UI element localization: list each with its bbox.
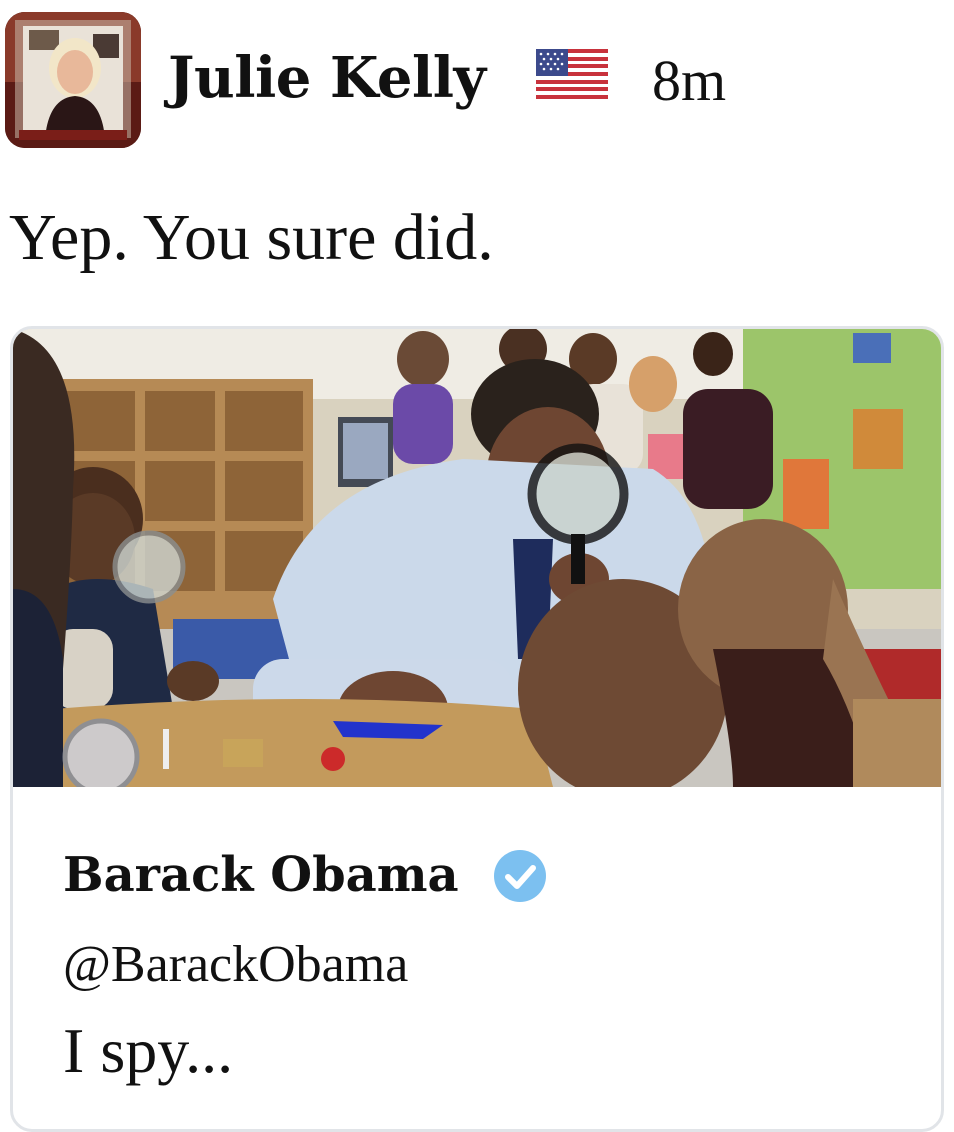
us-flag-icon xyxy=(536,49,608,99)
verified-badge-icon xyxy=(494,850,546,902)
tweet-timestamp[interactable]: 8m xyxy=(652,48,726,114)
author-avatar[interactable] xyxy=(5,12,141,148)
quoted-tweet-card[interactable]: Barack Obama @BarackObama I spy... xyxy=(10,326,944,1132)
author-name[interactable]: Julie Kelly xyxy=(168,40,486,116)
quoted-tweet-photo[interactable] xyxy=(13,329,941,787)
quoted-tweet-text: I spy... xyxy=(63,1015,234,1086)
classroom-photo xyxy=(13,329,941,787)
tweet-text: Yep. You sure did. xyxy=(9,201,494,274)
quoted-author-handle[interactable]: @BarackObama xyxy=(63,933,408,997)
avatar-image xyxy=(5,12,141,148)
quoted-author-name[interactable]: Barack Obama xyxy=(63,843,459,907)
